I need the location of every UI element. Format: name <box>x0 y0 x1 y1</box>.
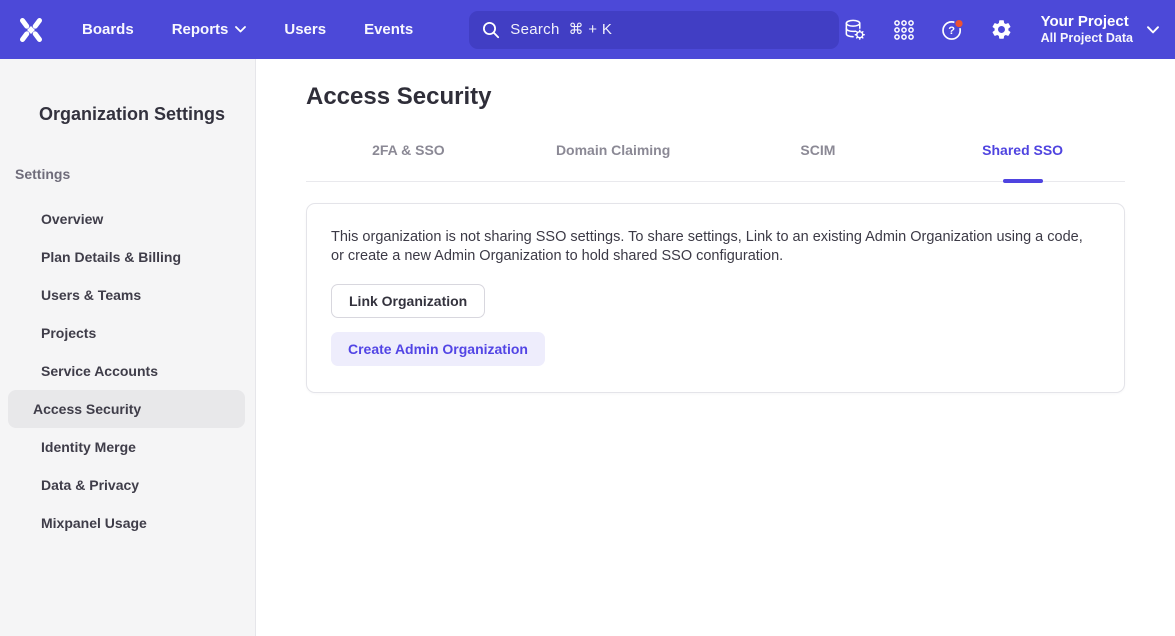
tab-2fa-sso[interactable]: 2FA & SSO <box>306 142 511 181</box>
chevron-down-icon <box>235 26 246 33</box>
top-nav: Boards Reports Users Events <box>0 0 1175 59</box>
shared-sso-card: This organization is not sharing SSO set… <box>306 203 1125 393</box>
shared-sso-description: This organization is not sharing SSO set… <box>331 228 1093 266</box>
help-icon[interactable]: ? <box>941 18 965 42</box>
sidebar-item-overview[interactable]: Overview <box>8 200 245 238</box>
tab-shared-sso-label: Shared SSO <box>982 142 1063 158</box>
app-root: Boards Reports Users Events <box>0 0 1175 636</box>
svg-text:?: ? <box>948 25 955 37</box>
sidebar-item-access-security[interactable]: Access Security <box>8 390 245 428</box>
tab-scim[interactable]: SCIM <box>716 142 921 181</box>
create-admin-organization-button[interactable]: Create Admin Organization <box>331 332 545 366</box>
project-selector-labels: Your Project All Project Data <box>1041 13 1133 46</box>
mixpanel-logo-icon[interactable] <box>17 16 45 44</box>
chevron-down-icon <box>1147 26 1159 34</box>
page-body: Organization Settings Settings Overview … <box>0 59 1175 636</box>
main-content: Access Security 2FA & SSO Domain Claimin… <box>256 59 1175 636</box>
search-bar[interactable] <box>469 11 839 49</box>
active-tab-underline <box>1003 179 1043 183</box>
sidebar-item-data-privacy[interactable]: Data & Privacy <box>8 466 245 504</box>
nav-item-events[interactable]: Events <box>364 21 413 38</box>
sidebar-item-service-accounts[interactable]: Service Accounts <box>8 352 245 390</box>
page-title: Access Security <box>306 83 1125 111</box>
sidebar: Organization Settings Settings Overview … <box>0 59 256 636</box>
link-organization-button[interactable]: Link Organization <box>331 284 485 318</box>
nav-item-reports[interactable]: Reports <box>172 21 247 38</box>
sidebar-item-plan-details-billing[interactable]: Plan Details & Billing <box>8 238 245 276</box>
nav-icon-group: ? <box>843 18 1014 42</box>
tab-domain-claiming[interactable]: Domain Claiming <box>511 142 716 181</box>
project-scope: All Project Data <box>1041 31 1133 46</box>
sidebar-item-identity-merge[interactable]: Identity Merge <box>8 428 245 466</box>
tab-shared-sso[interactable]: Shared SSO <box>920 142 1125 181</box>
primary-nav: Boards Reports Users Events <box>82 21 413 38</box>
project-selector[interactable]: Your Project All Project Data <box>1041 13 1159 46</box>
nav-item-users[interactable]: Users <box>284 21 326 38</box>
search-input[interactable] <box>510 21 826 38</box>
sidebar-title: Organization Settings <box>39 104 255 125</box>
sidebar-item-projects[interactable]: Projects <box>8 314 245 352</box>
tab-bar: 2FA & SSO Domain Claiming SCIM Shared SS… <box>306 142 1125 182</box>
sidebar-section-label: Settings <box>15 166 255 182</box>
project-name: Your Project <box>1041 13 1133 31</box>
settings-gear-icon[interactable] <box>990 18 1014 42</box>
search-icon <box>482 21 500 39</box>
sidebar-item-users-teams[interactable]: Users & Teams <box>8 276 245 314</box>
nav-item-reports-label: Reports <box>172 21 229 38</box>
apps-grid-icon[interactable] <box>892 18 916 42</box>
sidebar-item-mixpanel-usage[interactable]: Mixpanel Usage <box>8 504 245 542</box>
data-management-icon[interactable] <box>843 18 867 42</box>
notification-dot <box>954 19 962 27</box>
nav-item-boards[interactable]: Boards <box>82 21 134 38</box>
sidebar-nav-list: Overview Plan Details & Billing Users & … <box>0 200 255 542</box>
